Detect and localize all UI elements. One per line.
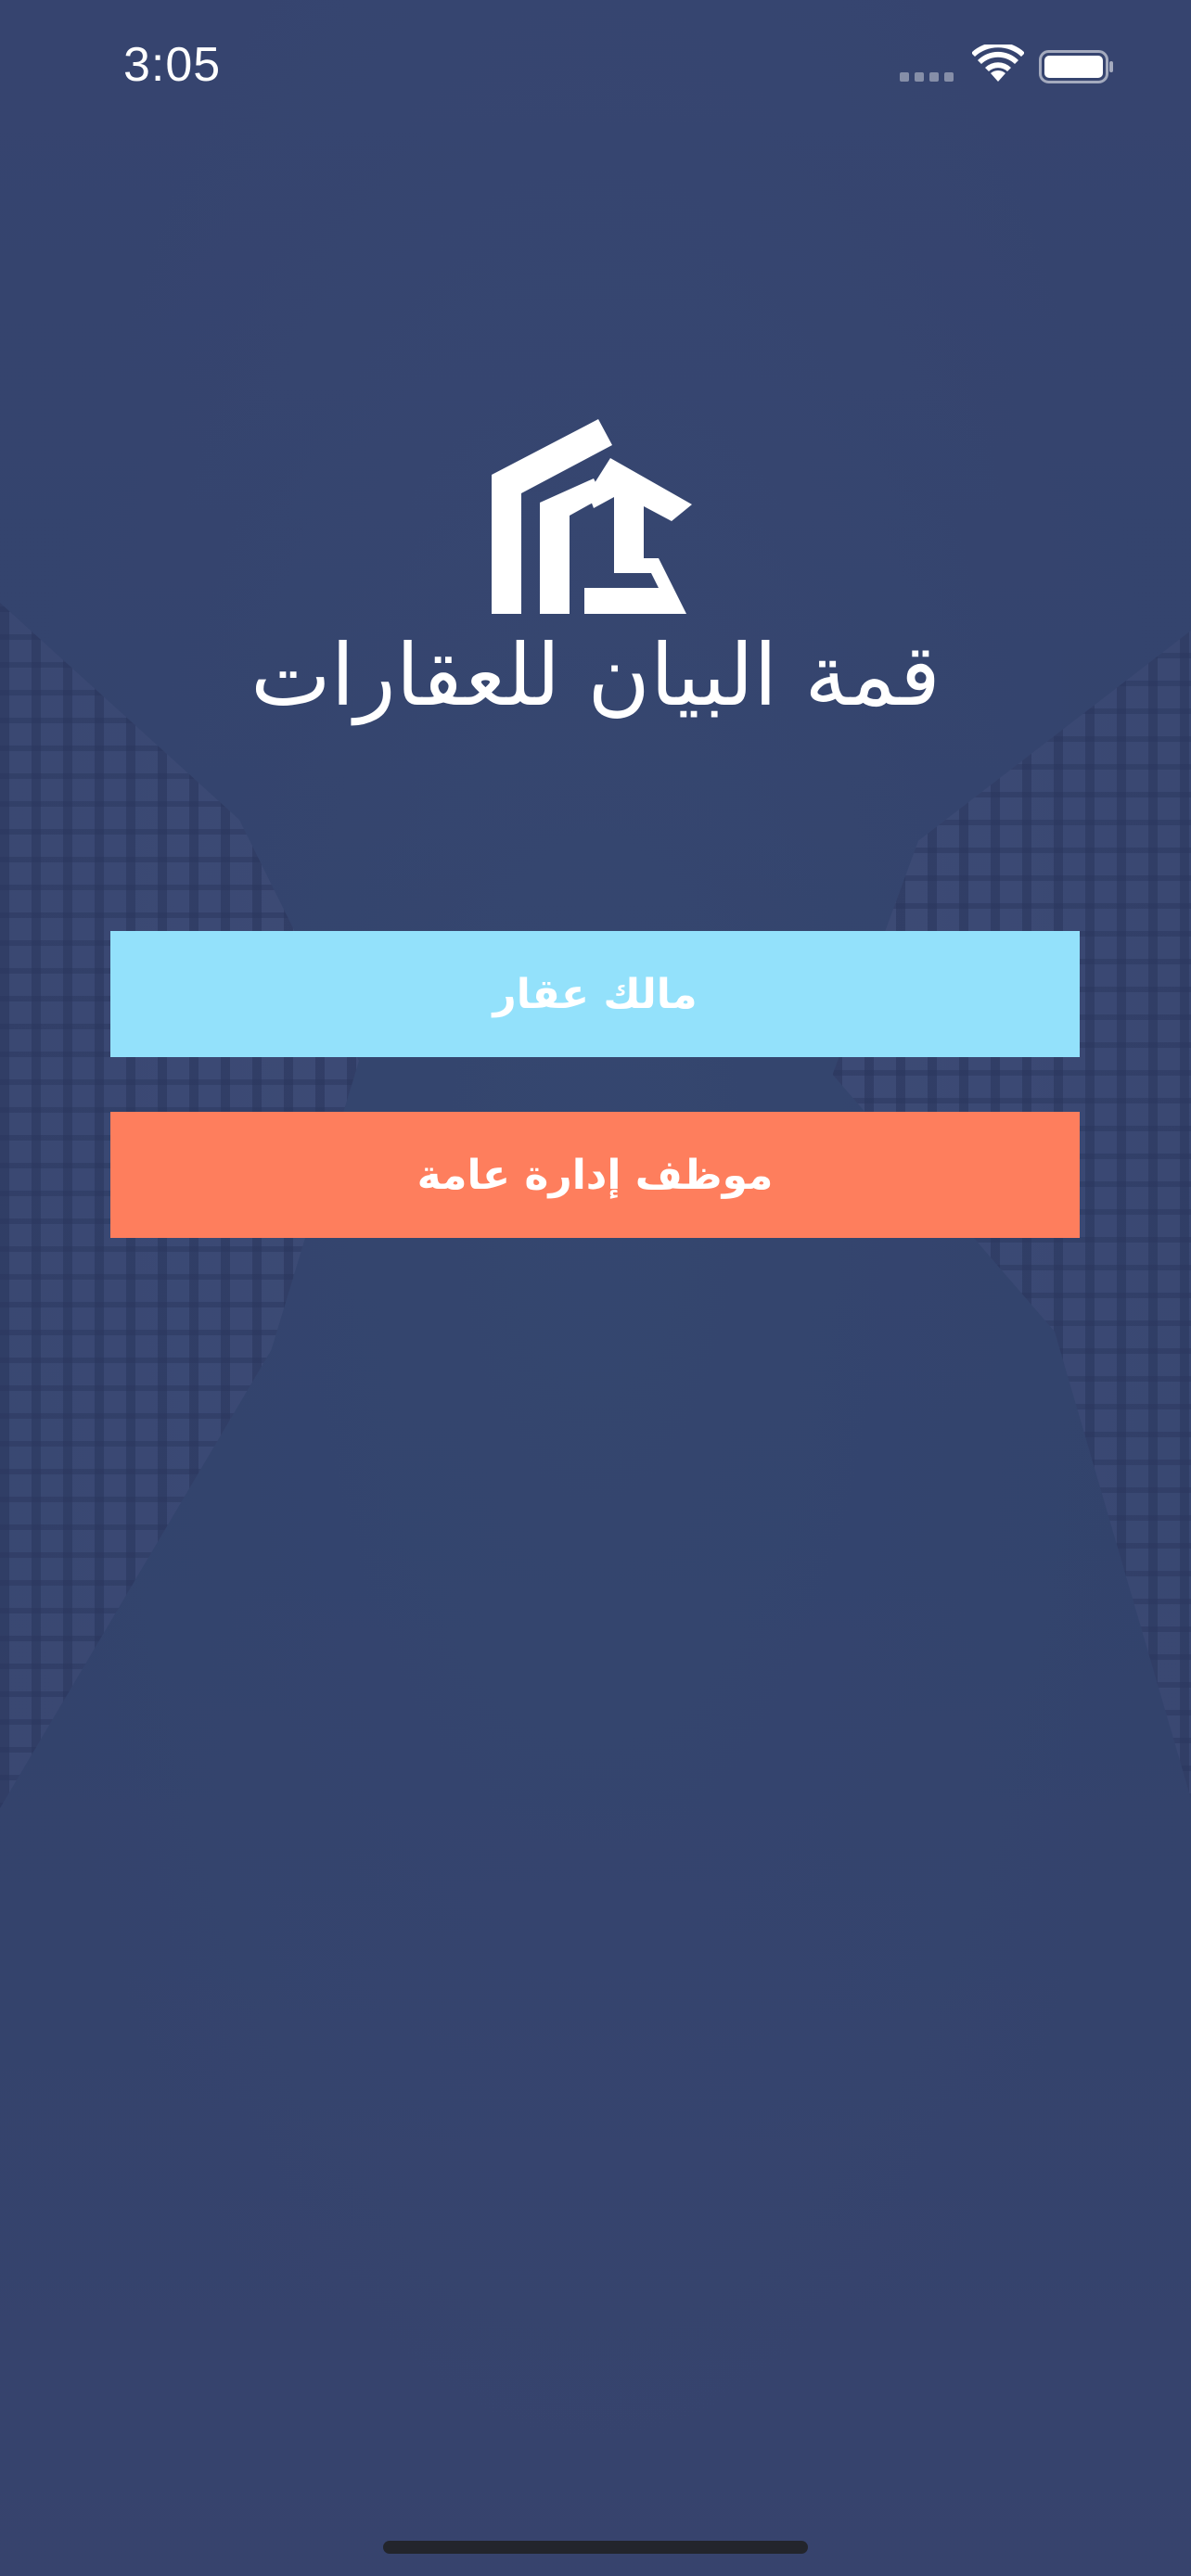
login-screen: 3:05 قمة البيان للعقارات مالك عقار موظف … [0, 0, 1191, 2576]
management-employee-button[interactable]: موظف إدارة عامة [110, 1112, 1080, 1238]
battery-icon [1039, 50, 1113, 83]
house-logo-icon [492, 419, 692, 614]
property-owner-button[interactable]: مالك عقار [110, 931, 1080, 1057]
cellular-signal-icon [900, 72, 955, 83]
status-time: 3:05 [123, 38, 222, 92]
background-overlay [0, 0, 1191, 2576]
property-owner-label: مالك عقار [493, 970, 698, 1018]
app-title: قمة البيان للعقارات [250, 626, 941, 725]
home-indicator[interactable] [383, 2541, 808, 2554]
management-employee-label: موظف إدارة عامة [416, 1151, 774, 1199]
status-bar: 3:05 [0, 0, 1191, 139]
wifi-icon [972, 45, 1024, 82]
